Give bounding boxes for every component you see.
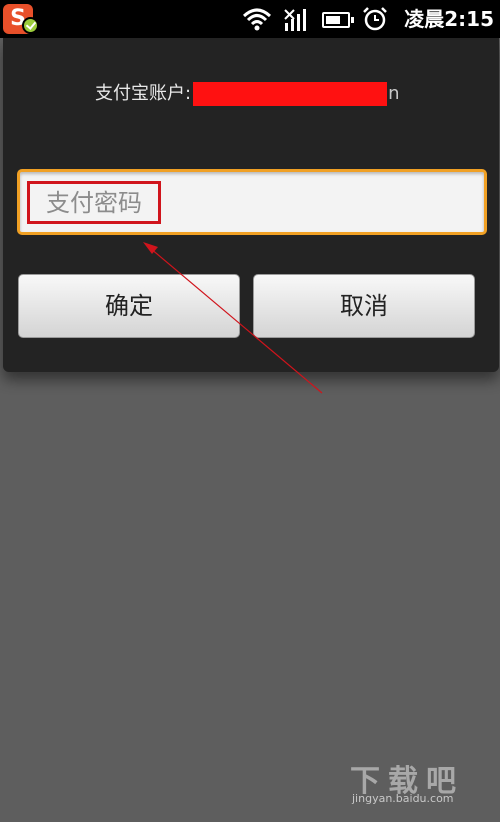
password-field[interactable]: [17, 169, 487, 235]
account-colon: :: [185, 83, 192, 104]
account-label: 支付宝账户: [95, 83, 185, 104]
battery-icon: [322, 12, 354, 28]
redacted-account-block: [193, 82, 388, 106]
alarm-icon: [363, 7, 387, 31]
account-suffix: n: [388, 83, 400, 104]
status-clock: 凌晨2:15: [404, 7, 494, 31]
confirm-button[interactable]: 确定: [18, 274, 240, 338]
wifi-icon: [242, 8, 272, 31]
watermark: 下载吧 jingyan.baidu.com: [342, 756, 492, 816]
status-bar: S 凌晨2:15: [0, 0, 500, 38]
account-row: 支付宝账户: n: [95, 80, 400, 108]
password-input[interactable]: [40, 183, 460, 223]
battery-level: [326, 16, 341, 24]
cancel-button[interactable]: 取消: [253, 274, 475, 338]
check-badge-icon: [22, 17, 39, 34]
signal-icon: [284, 9, 306, 31]
watermark-url: jingyan.baidu.com: [352, 792, 454, 805]
payment-password-dialog: 支付宝账户: n 确定 取消: [3, 38, 499, 372]
